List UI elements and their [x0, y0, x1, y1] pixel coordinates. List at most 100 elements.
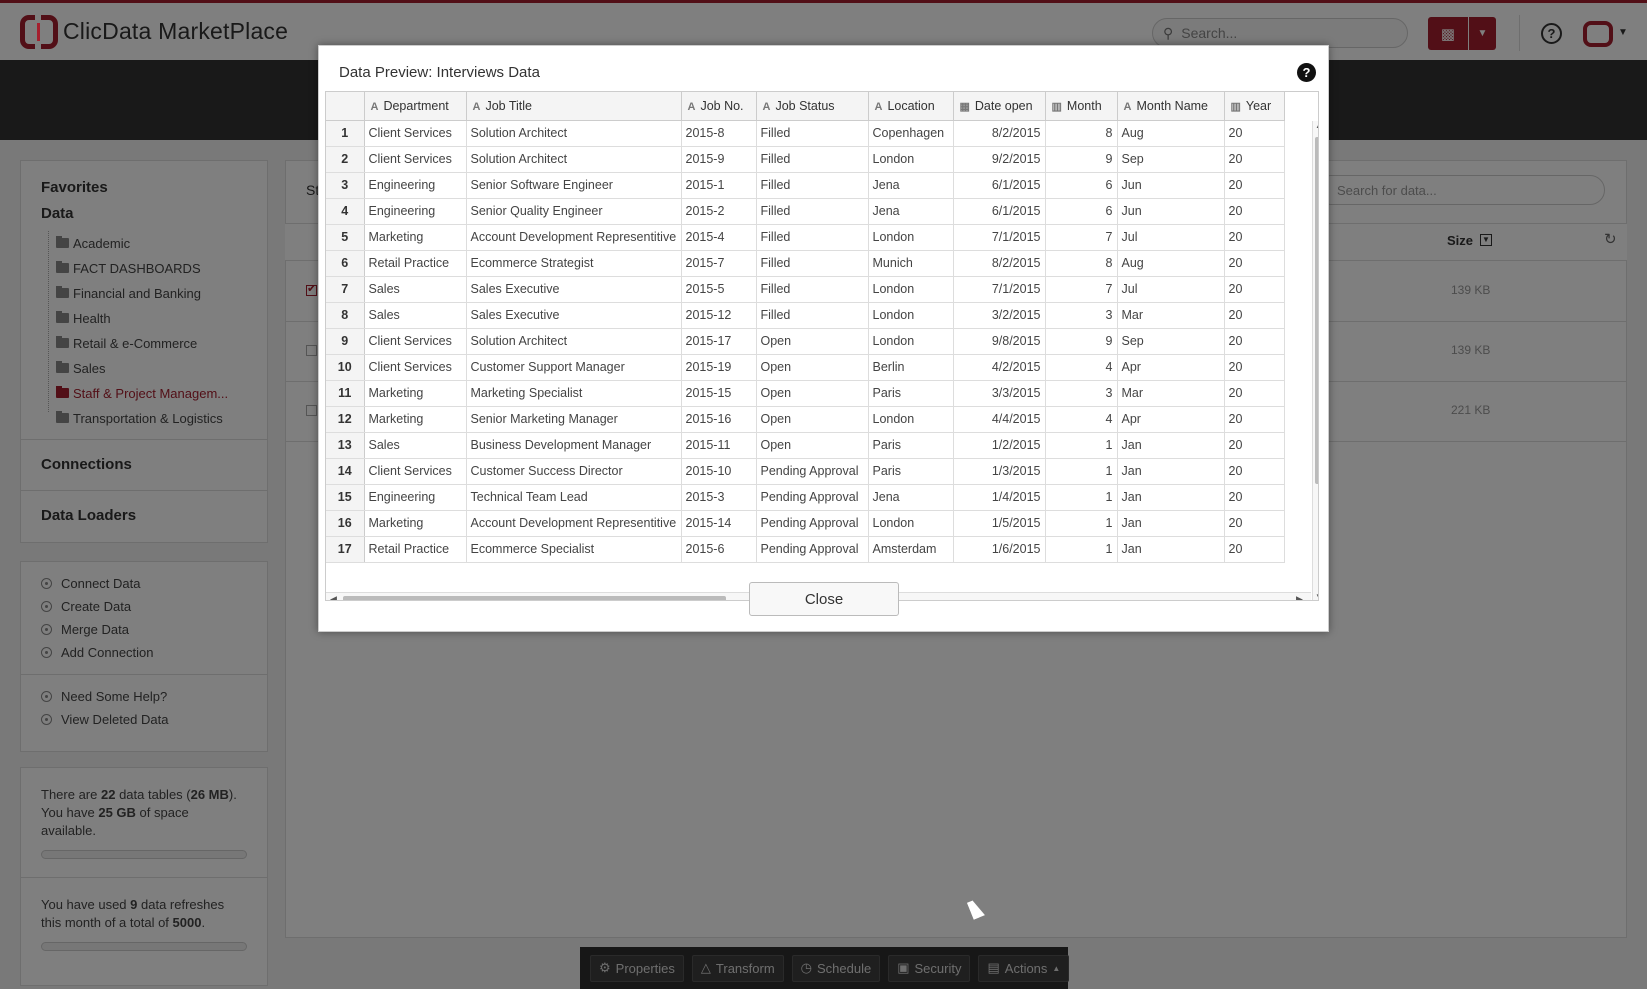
table-cell[interactable]: 3/3/2015: [953, 380, 1046, 407]
table-cell[interactable]: 4/4/2015: [953, 406, 1046, 433]
table-cell[interactable]: 20: [1224, 302, 1285, 329]
table-cell[interactable]: Pending Approval: [756, 510, 869, 537]
row-number[interactable]: 12: [326, 406, 365, 433]
table-cell[interactable]: Aug: [1117, 120, 1225, 147]
row-number[interactable]: 5: [326, 224, 365, 251]
table-cell[interactable]: London: [868, 328, 954, 355]
table-cell[interactable]: 20: [1224, 250, 1285, 277]
table-cell[interactable]: Client Services: [364, 146, 467, 173]
table-cell[interactable]: 1: [1045, 458, 1118, 485]
table-cell[interactable]: 1/3/2015: [953, 458, 1046, 485]
table-cell[interactable]: Retail Practice: [364, 250, 467, 277]
scroll-right-arrow-icon[interactable]: ▶: [1296, 594, 1303, 600]
table-cell[interactable]: Mar: [1117, 380, 1225, 407]
table-cell[interactable]: 9: [1045, 146, 1118, 173]
scroll-down-arrow-icon[interactable]: ▼: [1315, 592, 1318, 600]
table-cell[interactable]: Jan: [1117, 484, 1225, 511]
table-cell[interactable]: 8: [1045, 250, 1118, 277]
table-cell[interactable]: 1: [1045, 510, 1118, 537]
table-cell[interactable]: 4/2/2015: [953, 354, 1046, 381]
table-cell[interactable]: Paris: [868, 458, 954, 485]
table-cell[interactable]: Open: [756, 406, 869, 433]
table-cell[interactable]: 6/1/2015: [953, 198, 1046, 225]
table-cell[interactable]: London: [868, 406, 954, 433]
table-cell[interactable]: Open: [756, 354, 869, 381]
row-number[interactable]: 4: [326, 198, 365, 225]
table-cell[interactable]: Open: [756, 328, 869, 355]
table-cell[interactable]: 4: [1045, 406, 1118, 433]
table-cell[interactable]: 2015-11: [681, 432, 757, 459]
table-cell[interactable]: London: [868, 224, 954, 251]
table-cell[interactable]: 20: [1224, 172, 1285, 199]
table-cell[interactable]: 1: [1045, 484, 1118, 511]
table-cell[interactable]: Apr: [1117, 354, 1225, 381]
row-number[interactable]: 2: [326, 146, 365, 173]
table-cell[interactable]: Filled: [756, 276, 869, 303]
table-cell[interactable]: 1/4/2015: [953, 484, 1046, 511]
table-cell[interactable]: 1: [1045, 536, 1118, 563]
row-number[interactable]: 1: [326, 120, 365, 147]
table-cell[interactable]: Munich: [868, 250, 954, 277]
table-cell[interactable]: Sep: [1117, 146, 1225, 173]
vertical-scroll-thumb[interactable]: [1315, 137, 1318, 484]
table-cell[interactable]: Sep: [1117, 328, 1225, 355]
table-cell[interactable]: 2015-5: [681, 276, 757, 303]
table-cell[interactable]: Sales: [364, 432, 467, 459]
table-cell[interactable]: Solution Architect: [466, 120, 682, 147]
table-cell[interactable]: Filled: [756, 224, 869, 251]
table-cell[interactable]: Jan: [1117, 536, 1225, 563]
table-cell[interactable]: 4: [1045, 354, 1118, 381]
table-cell[interactable]: Paris: [868, 432, 954, 459]
column-header[interactable]: A Job No.: [681, 92, 757, 121]
table-cell[interactable]: 3: [1045, 380, 1118, 407]
table-cell[interactable]: Mar: [1117, 302, 1225, 329]
table-cell[interactable]: 20: [1224, 276, 1285, 303]
table-cell[interactable]: Amsterdam: [868, 536, 954, 563]
table-cell[interactable]: Senior Software Engineer: [466, 172, 682, 199]
table-cell[interactable]: 2015-17: [681, 328, 757, 355]
row-number[interactable]: 10: [326, 354, 365, 381]
table-cell[interactable]: Pending Approval: [756, 458, 869, 485]
row-number[interactable]: 6: [326, 250, 365, 277]
table-cell[interactable]: Engineering: [364, 484, 467, 511]
table-cell[interactable]: Client Services: [364, 458, 467, 485]
table-cell[interactable]: 2015-2: [681, 198, 757, 225]
table-cell[interactable]: 20: [1224, 224, 1285, 251]
table-cell[interactable]: 20: [1224, 536, 1285, 563]
table-cell[interactable]: Ecommerce Strategist: [466, 250, 682, 277]
table-cell[interactable]: Marketing Specialist: [466, 380, 682, 407]
table-cell[interactable]: Filled: [756, 302, 869, 329]
column-header[interactable]: A Month Name: [1117, 92, 1225, 121]
column-header[interactable]: ▥ Month: [1045, 92, 1118, 121]
table-cell[interactable]: Engineering: [364, 198, 467, 225]
table-cell[interactable]: 2015-10: [681, 458, 757, 485]
table-cell[interactable]: 1/6/2015: [953, 536, 1046, 563]
table-cell[interactable]: Client Services: [364, 354, 467, 381]
table-cell[interactable]: 2015-16: [681, 406, 757, 433]
table-cell[interactable]: Open: [756, 380, 869, 407]
column-header[interactable]: A Department: [364, 92, 467, 121]
table-cell[interactable]: 2015-6: [681, 536, 757, 563]
table-cell[interactable]: Account Development Representitive: [466, 510, 682, 537]
table-cell[interactable]: Senior Quality Engineer: [466, 198, 682, 225]
table-cell[interactable]: Jan: [1117, 432, 1225, 459]
row-number[interactable]: 9: [326, 328, 365, 355]
table-cell[interactable]: Marketing: [364, 406, 467, 433]
column-header[interactable]: ▥ Year: [1224, 92, 1285, 121]
table-cell[interactable]: 1/5/2015: [953, 510, 1046, 537]
table-cell[interactable]: 2015-14: [681, 510, 757, 537]
table-cell[interactable]: 20: [1224, 432, 1285, 459]
table-cell[interactable]: Pending Approval: [756, 484, 869, 511]
table-cell[interactable]: 20: [1224, 406, 1285, 433]
table-cell[interactable]: 6/1/2015: [953, 172, 1046, 199]
table-cell[interactable]: 2015-9: [681, 146, 757, 173]
table-cell[interactable]: Engineering: [364, 172, 467, 199]
table-cell[interactable]: Jun: [1117, 198, 1225, 225]
table-cell[interactable]: Open: [756, 432, 869, 459]
table-cell[interactable]: Customer Success Director: [466, 458, 682, 485]
table-cell[interactable]: Pending Approval: [756, 536, 869, 563]
table-cell[interactable]: 20: [1224, 198, 1285, 225]
table-cell[interactable]: Marketing: [364, 380, 467, 407]
column-header[interactable]: A Job Title: [466, 92, 682, 121]
table-cell[interactable]: 8/2/2015: [953, 250, 1046, 277]
